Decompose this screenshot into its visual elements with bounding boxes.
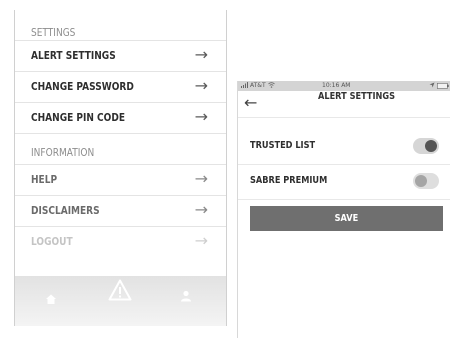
person-icon[interactable] <box>180 287 192 306</box>
navigation-bar: ← ALERT SETTINGS <box>238 91 450 118</box>
home-icon[interactable] <box>45 290 57 309</box>
menu-item-label: CHANGE PASSWORD <box>31 80 134 93</box>
arrow-right-icon: → <box>194 231 208 250</box>
arrow-right-icon: → <box>194 169 208 188</box>
menu-item-change-password[interactable]: CHANGE PASSWORD → <box>15 71 226 102</box>
trusted-list-toggle[interactable] <box>413 138 439 154</box>
menu-item-label: CHANGE PIN CODE <box>31 111 126 124</box>
toggle-knob <box>415 175 427 187</box>
status-bar: AT&T 10:16 AM <box>238 81 450 91</box>
arrow-right-icon: → <box>194 76 208 95</box>
menu-item-label: DISCLAIMERS <box>31 204 100 217</box>
toggle-row-sabre-premium: SABRE PREMIUM <box>238 164 450 200</box>
toggle-row-trusted-list: TRUSTED LIST <box>238 129 450 165</box>
wifi-icon <box>268 82 275 90</box>
alert-settings-screen: AT&T 10:16 AM ← ALERT SETTINGS TRUSTED L… <box>237 81 450 338</box>
menu-item-label: HELP <box>31 173 58 186</box>
arrow-right-icon: → <box>194 45 208 64</box>
carrier-label: AT&T <box>250 82 266 89</box>
arrow-right-icon: → <box>194 107 208 126</box>
tab-bar <box>15 276 226 326</box>
menu-item-label: LOGOUT <box>31 235 73 248</box>
menu-item-help[interactable]: HELP → <box>15 164 226 195</box>
page-title: ALERT SETTINGS <box>318 91 396 102</box>
arrow-right-icon: → <box>194 200 208 219</box>
sabre-premium-toggle[interactable] <box>413 173 439 189</box>
back-arrow-icon[interactable]: ← <box>244 93 257 112</box>
signal-icon <box>241 82 248 90</box>
menu-item-label: ALERT SETTINGS <box>31 49 116 62</box>
information-section-header: INFORMATION <box>31 146 95 159</box>
clock-label: 10:16 AM <box>322 82 351 89</box>
settings-screen: SETTINGS ALERT SETTINGS → CHANGE PASSWOR… <box>14 10 227 326</box>
toggle-label: SABRE PREMIUM <box>250 175 328 186</box>
menu-item-disclaimers[interactable]: DISCLAIMERS → <box>15 195 226 226</box>
menu-item-logout[interactable]: LOGOUT → <box>15 226 226 257</box>
toggle-knob <box>425 140 437 152</box>
location-icon <box>429 82 435 90</box>
warning-icon[interactable] <box>108 279 132 305</box>
settings-section-header: SETTINGS <box>31 26 76 39</box>
save-button[interactable]: SAVE <box>250 206 443 231</box>
menu-item-change-pin-code[interactable]: CHANGE PIN CODE → <box>15 102 226 133</box>
menu-item-alert-settings[interactable]: ALERT SETTINGS → <box>15 40 226 71</box>
battery-icon <box>437 83 449 91</box>
toggle-label: TRUSTED LIST <box>250 140 316 151</box>
